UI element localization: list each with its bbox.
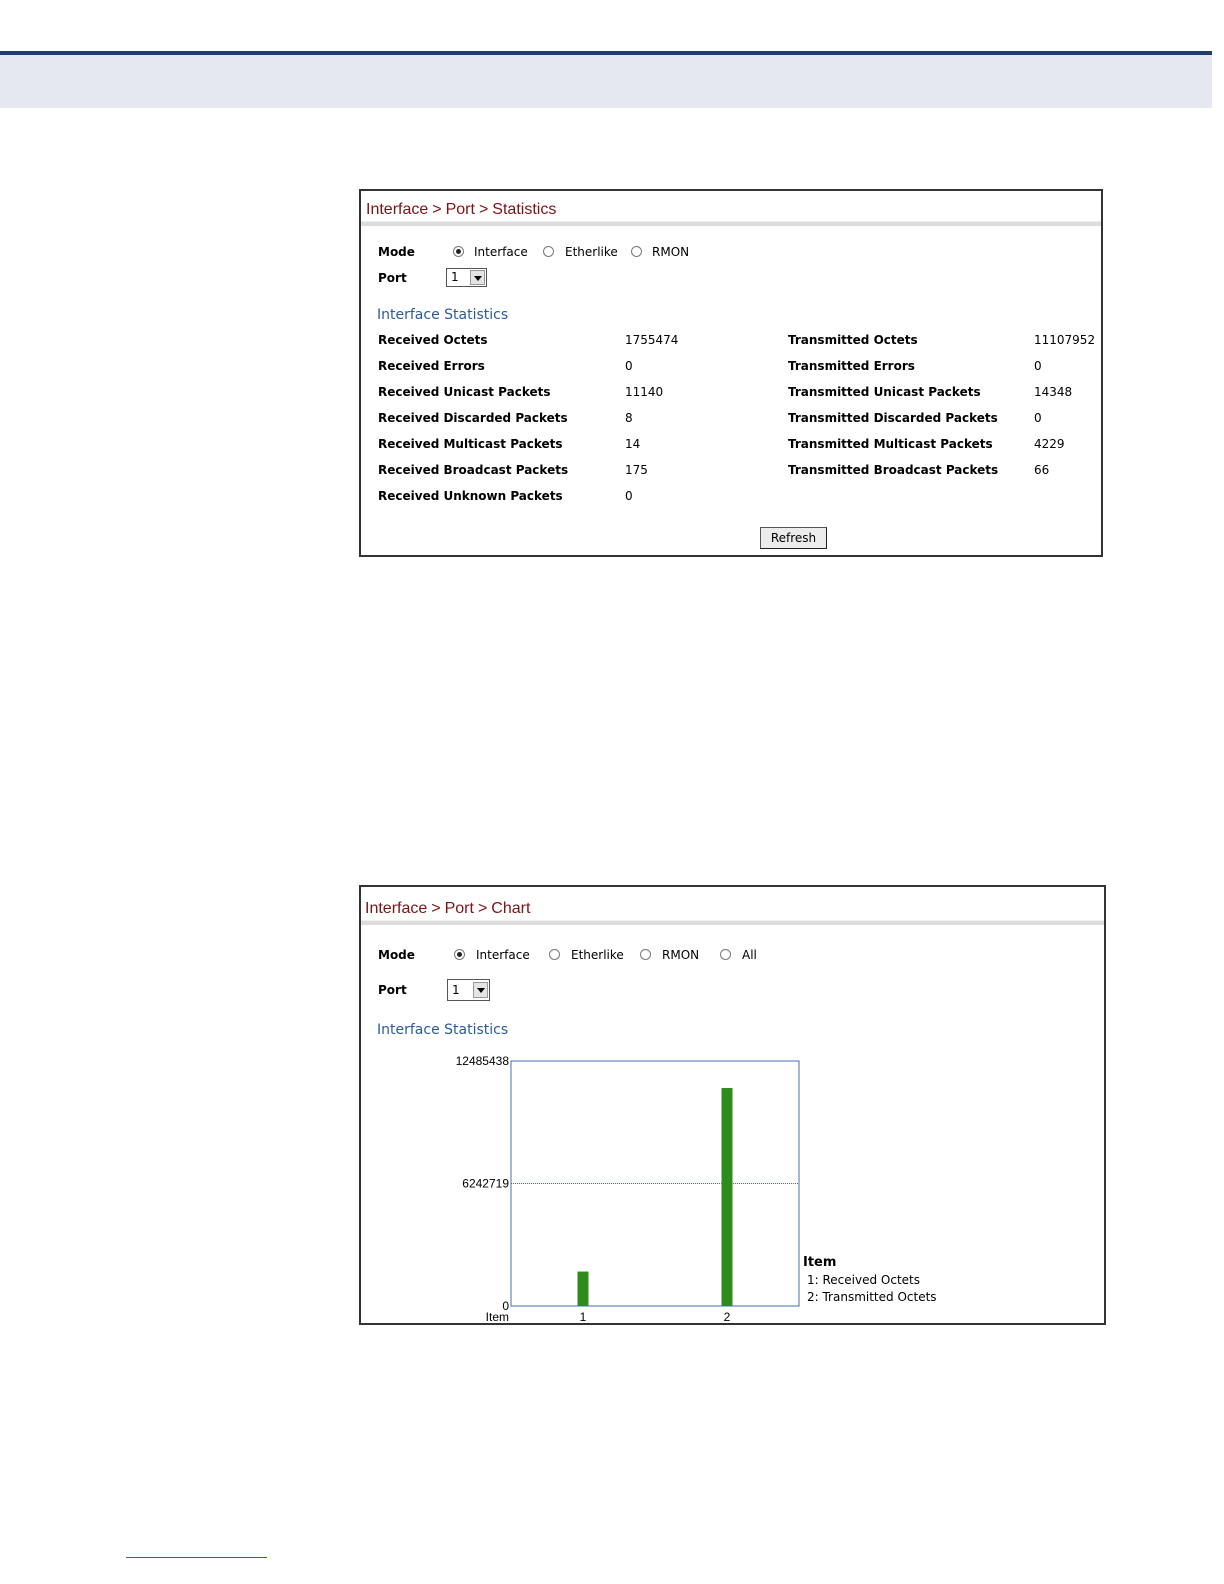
bar-chart: 06242719124854381 2Item (456, 1054, 800, 1324)
port-select-value: 1 (451, 270, 459, 284)
breadcrumb-port[interactable]: Port (446, 201, 475, 218)
stat-label: Transmitted Unicast Packets (788, 385, 981, 399)
stat-label: Received Discarded Packets (378, 411, 568, 425)
stat-value: 0 (625, 359, 633, 373)
mode-label-etherlike[interactable]: Etherlike (565, 245, 618, 259)
stat-value: 11140 (625, 385, 664, 399)
stat-value: 175 (625, 463, 648, 477)
mode-label: Mode (378, 245, 415, 259)
stat-label: Received Errors (378, 359, 485, 373)
y-tick-label: 12485438 (456, 1054, 510, 1068)
chart-panel: Interface > Port > Chart Mode Interface Ethe… (359, 885, 1106, 1325)
section-title: Interface Statistics (377, 307, 509, 323)
mode-radio-interface[interactable] (453, 246, 464, 257)
breadcrumb: Interface > Port > Statistics (366, 201, 557, 218)
stat-value: 1755474 (625, 333, 679, 347)
stat-value: 14348 (1034, 385, 1073, 399)
stat-value: 66 (1034, 463, 1050, 477)
legend-title: Item (803, 1255, 837, 1270)
breadcrumb-statistics: Statistics (492, 201, 557, 218)
breadcrumb-interface[interactable]: Interface (366, 201, 428, 218)
stat-label: Transmitted Errors (788, 359, 915, 373)
mode-label-interface[interactable]: Interface (474, 245, 528, 259)
mode-label-rmon[interactable]: RMON (652, 245, 689, 259)
stat-label: Received Multicast Packets (378, 437, 563, 451)
stat-value: 14 (625, 437, 641, 451)
refresh-button[interactable]: Refresh (760, 527, 827, 549)
port-select[interactable]: 1 (446, 268, 487, 287)
footer-rule (126, 1557, 267, 1558)
x-axis-label: Item (486, 1310, 509, 1324)
stat-value: 0 (625, 489, 633, 503)
stat-label: Received Unknown Packets (378, 489, 563, 503)
stat-value: 8 (625, 411, 633, 425)
stat-label: Received Octets (378, 333, 488, 347)
stat-label: Received Broadcast Packets (378, 463, 569, 477)
stat-label: Received Unicast Packets (378, 385, 551, 399)
stat-label: Transmitted Octets (788, 333, 918, 347)
statistics-panel: Interface > Port > Statistics Mode Interface… (359, 189, 1103, 557)
stat-value: 11107952 (1034, 333, 1096, 347)
mode-radio-etherlike[interactable] (543, 246, 554, 257)
header-band (0, 55, 1212, 108)
legend-item: 2: Transmitted Octets (807, 1290, 937, 1304)
stat-label: Transmitted Discarded Packets (788, 411, 998, 425)
y-tick-label: 6242719 (462, 1177, 509, 1191)
legend-item: 1: Received Octets (807, 1273, 920, 1287)
bar (577, 1271, 589, 1306)
title-divider (361, 221, 1101, 226)
stat-label: Transmitted Multicast Packets (788, 437, 993, 451)
stat-value: 0 (1034, 411, 1042, 425)
x-tick-label: 2 (724, 1310, 731, 1324)
stat-value: 4229 (1034, 437, 1065, 451)
mode-radio-rmon[interactable] (631, 246, 642, 257)
stat-label: Transmitted Broadcast Packets (788, 463, 999, 477)
stat-value: 0 (1034, 359, 1042, 373)
x-tick-label: 1 (580, 1310, 587, 1324)
port-label: Port (378, 271, 407, 285)
bar (721, 1088, 733, 1306)
chevron-down-icon[interactable] (470, 270, 485, 285)
